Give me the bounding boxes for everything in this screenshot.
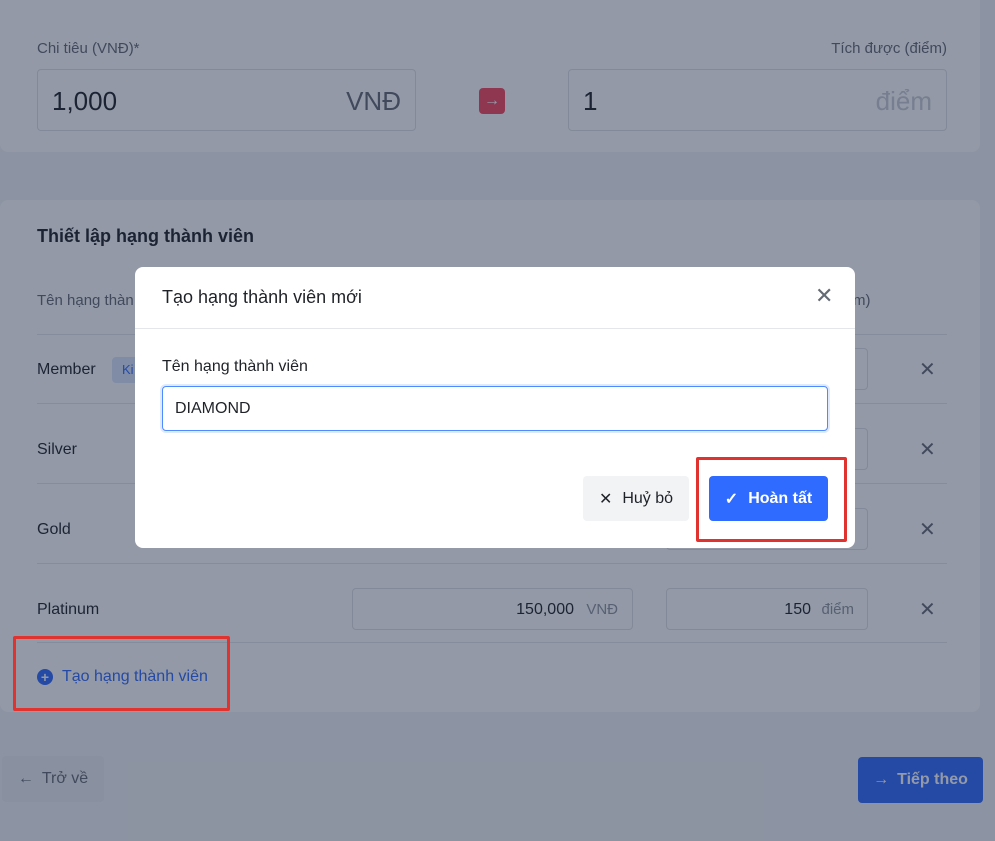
modal-divider [135, 328, 855, 329]
modal-title: Tạo hạng thành viên mới [162, 287, 362, 307]
page: Chi tiêu (VNĐ)* Tích được (điểm) 1,000 V… [0, 0, 995, 841]
highlight-box-done [696, 457, 847, 542]
cancel-label: Huỷ bỏ [622, 489, 674, 507]
close-icon[interactable]: ✕ [815, 285, 833, 307]
tier-name-label: Tên hạng thành viên [162, 358, 308, 375]
tier-name-input[interactable] [162, 386, 828, 431]
close-icon: ✕ [598, 490, 613, 508]
cancel-button[interactable]: ✕ Huỷ bỏ [583, 476, 689, 521]
highlight-box-add-tier [13, 636, 230, 711]
